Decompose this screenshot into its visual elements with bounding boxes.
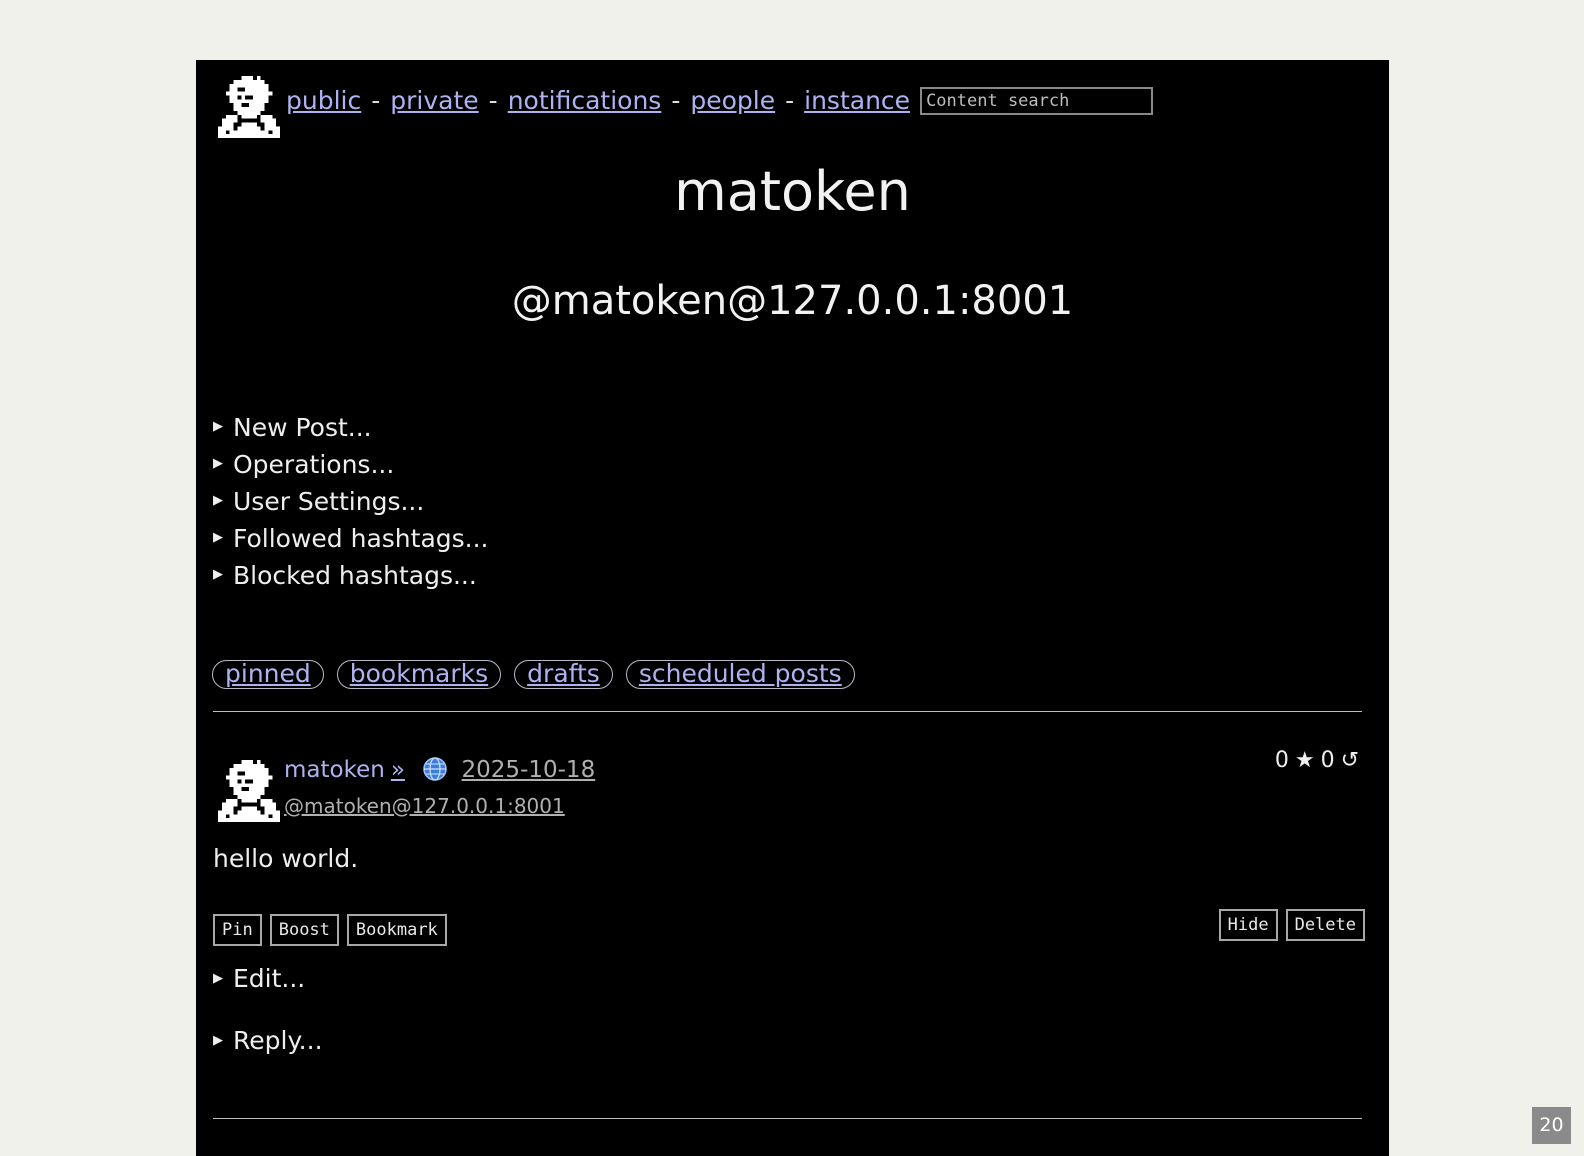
triangle-right-icon: ▶: [213, 493, 223, 508]
nav-separator: -: [785, 86, 795, 115]
nav-links: public - private - notifications - peopl…: [286, 86, 1154, 115]
menu-label: User Settings...: [233, 487, 425, 516]
post-content: hello world.: [213, 844, 359, 873]
menu-list: ▶ New Post... ▶ Operations... ▶ User Settin…: [213, 412, 489, 597]
reply-toggle[interactable]: ▶ Reply...: [213, 1026, 323, 1055]
reply-label: Reply...: [233, 1026, 323, 1055]
nav-people[interactable]: people: [690, 86, 775, 115]
menu-new-post[interactable]: ▶ New Post...: [213, 412, 489, 449]
timeline-tabs: pinned bookmarks drafts scheduled posts: [212, 660, 868, 689]
boost-count: 0: [1320, 748, 1335, 773]
edit-label: Edit...: [233, 964, 306, 993]
author-link[interactable]: »: [391, 757, 405, 783]
nav-public[interactable]: public: [286, 86, 361, 115]
triangle-right-icon: ▶: [213, 456, 223, 471]
divider: [213, 1118, 1362, 1119]
triangle-right-icon: ▶: [213, 530, 223, 545]
bookmark-button[interactable]: Bookmark: [346, 914, 447, 946]
profile-handle: @matoken@127.0.0.1:8001: [511, 278, 1074, 324]
nav-instance[interactable]: instance: [804, 86, 910, 115]
globe-icon: [423, 756, 447, 781]
post-actions-right: Hide Delete: [1218, 909, 1365, 941]
nav-separator: -: [488, 86, 498, 115]
menu-label: Followed hashtags...: [233, 524, 489, 553]
profile-name: matoken: [674, 160, 911, 223]
post-header: matoken» 2025-10-18 @matoken@127.0.0.1:8…: [284, 752, 595, 824]
divider: [213, 711, 1362, 712]
tab-bookmarks[interactable]: bookmarks: [336, 660, 502, 689]
nav-separator: -: [371, 86, 381, 115]
post-author[interactable]: matoken: [284, 757, 385, 783]
menu-followed-hashtags[interactable]: ▶ Followed hashtags...: [213, 523, 489, 560]
content-search-input[interactable]: [920, 86, 1154, 115]
triangle-right-icon: ▶: [213, 419, 223, 434]
edit-toggle[interactable]: ▶ Edit...: [213, 964, 305, 993]
post-counters: 0 ★ 0 ↺: [1275, 748, 1365, 773]
nav-private[interactable]: private: [390, 86, 478, 115]
tab-scheduled-posts[interactable]: scheduled posts: [625, 660, 855, 689]
menu-operations[interactable]: ▶ Operations...: [213, 449, 489, 486]
post-date-link[interactable]: 2025-10-18: [462, 757, 596, 783]
triangle-right-icon: ▶: [213, 970, 223, 986]
delete-button[interactable]: Delete: [1285, 909, 1365, 941]
boost-button[interactable]: Boost: [269, 914, 339, 946]
nav-notifications[interactable]: notifications: [508, 86, 662, 115]
hide-button[interactable]: Hide: [1218, 909, 1278, 941]
menu-label: Blocked hashtags...: [233, 561, 477, 590]
post-acct-link[interactable]: @matoken@127.0.0.1:8001: [284, 788, 595, 824]
post-actions-left: Pin Boost Bookmark: [213, 914, 455, 946]
nav-separator: -: [671, 86, 681, 115]
post-avatar-icon[interactable]: [218, 760, 280, 822]
triangle-right-icon: ▶: [213, 1032, 223, 1048]
star-icon: ★: [1294, 748, 1315, 773]
tab-drafts[interactable]: drafts: [514, 660, 613, 689]
triangle-right-icon: ▶: [213, 567, 223, 582]
like-count: 0: [1274, 748, 1289, 773]
menu-label: Operations...: [233, 450, 395, 479]
page-body: public - private - notifications - peopl…: [196, 60, 1389, 1156]
pin-button[interactable]: Pin: [213, 914, 262, 946]
top-nav: public - private - notifications - peopl…: [218, 76, 1154, 138]
boost-icon: ↺: [1340, 748, 1359, 773]
menu-user-settings[interactable]: ▶ User Settings...: [213, 486, 489, 523]
menu-blocked-hashtags[interactable]: ▶ Blocked hashtags...: [213, 560, 489, 597]
menu-label: New Post...: [233, 413, 372, 442]
page-number-badge: 20: [1532, 1107, 1571, 1144]
tab-pinned[interactable]: pinned: [212, 660, 324, 689]
user-avatar-icon[interactable]: [218, 76, 280, 138]
